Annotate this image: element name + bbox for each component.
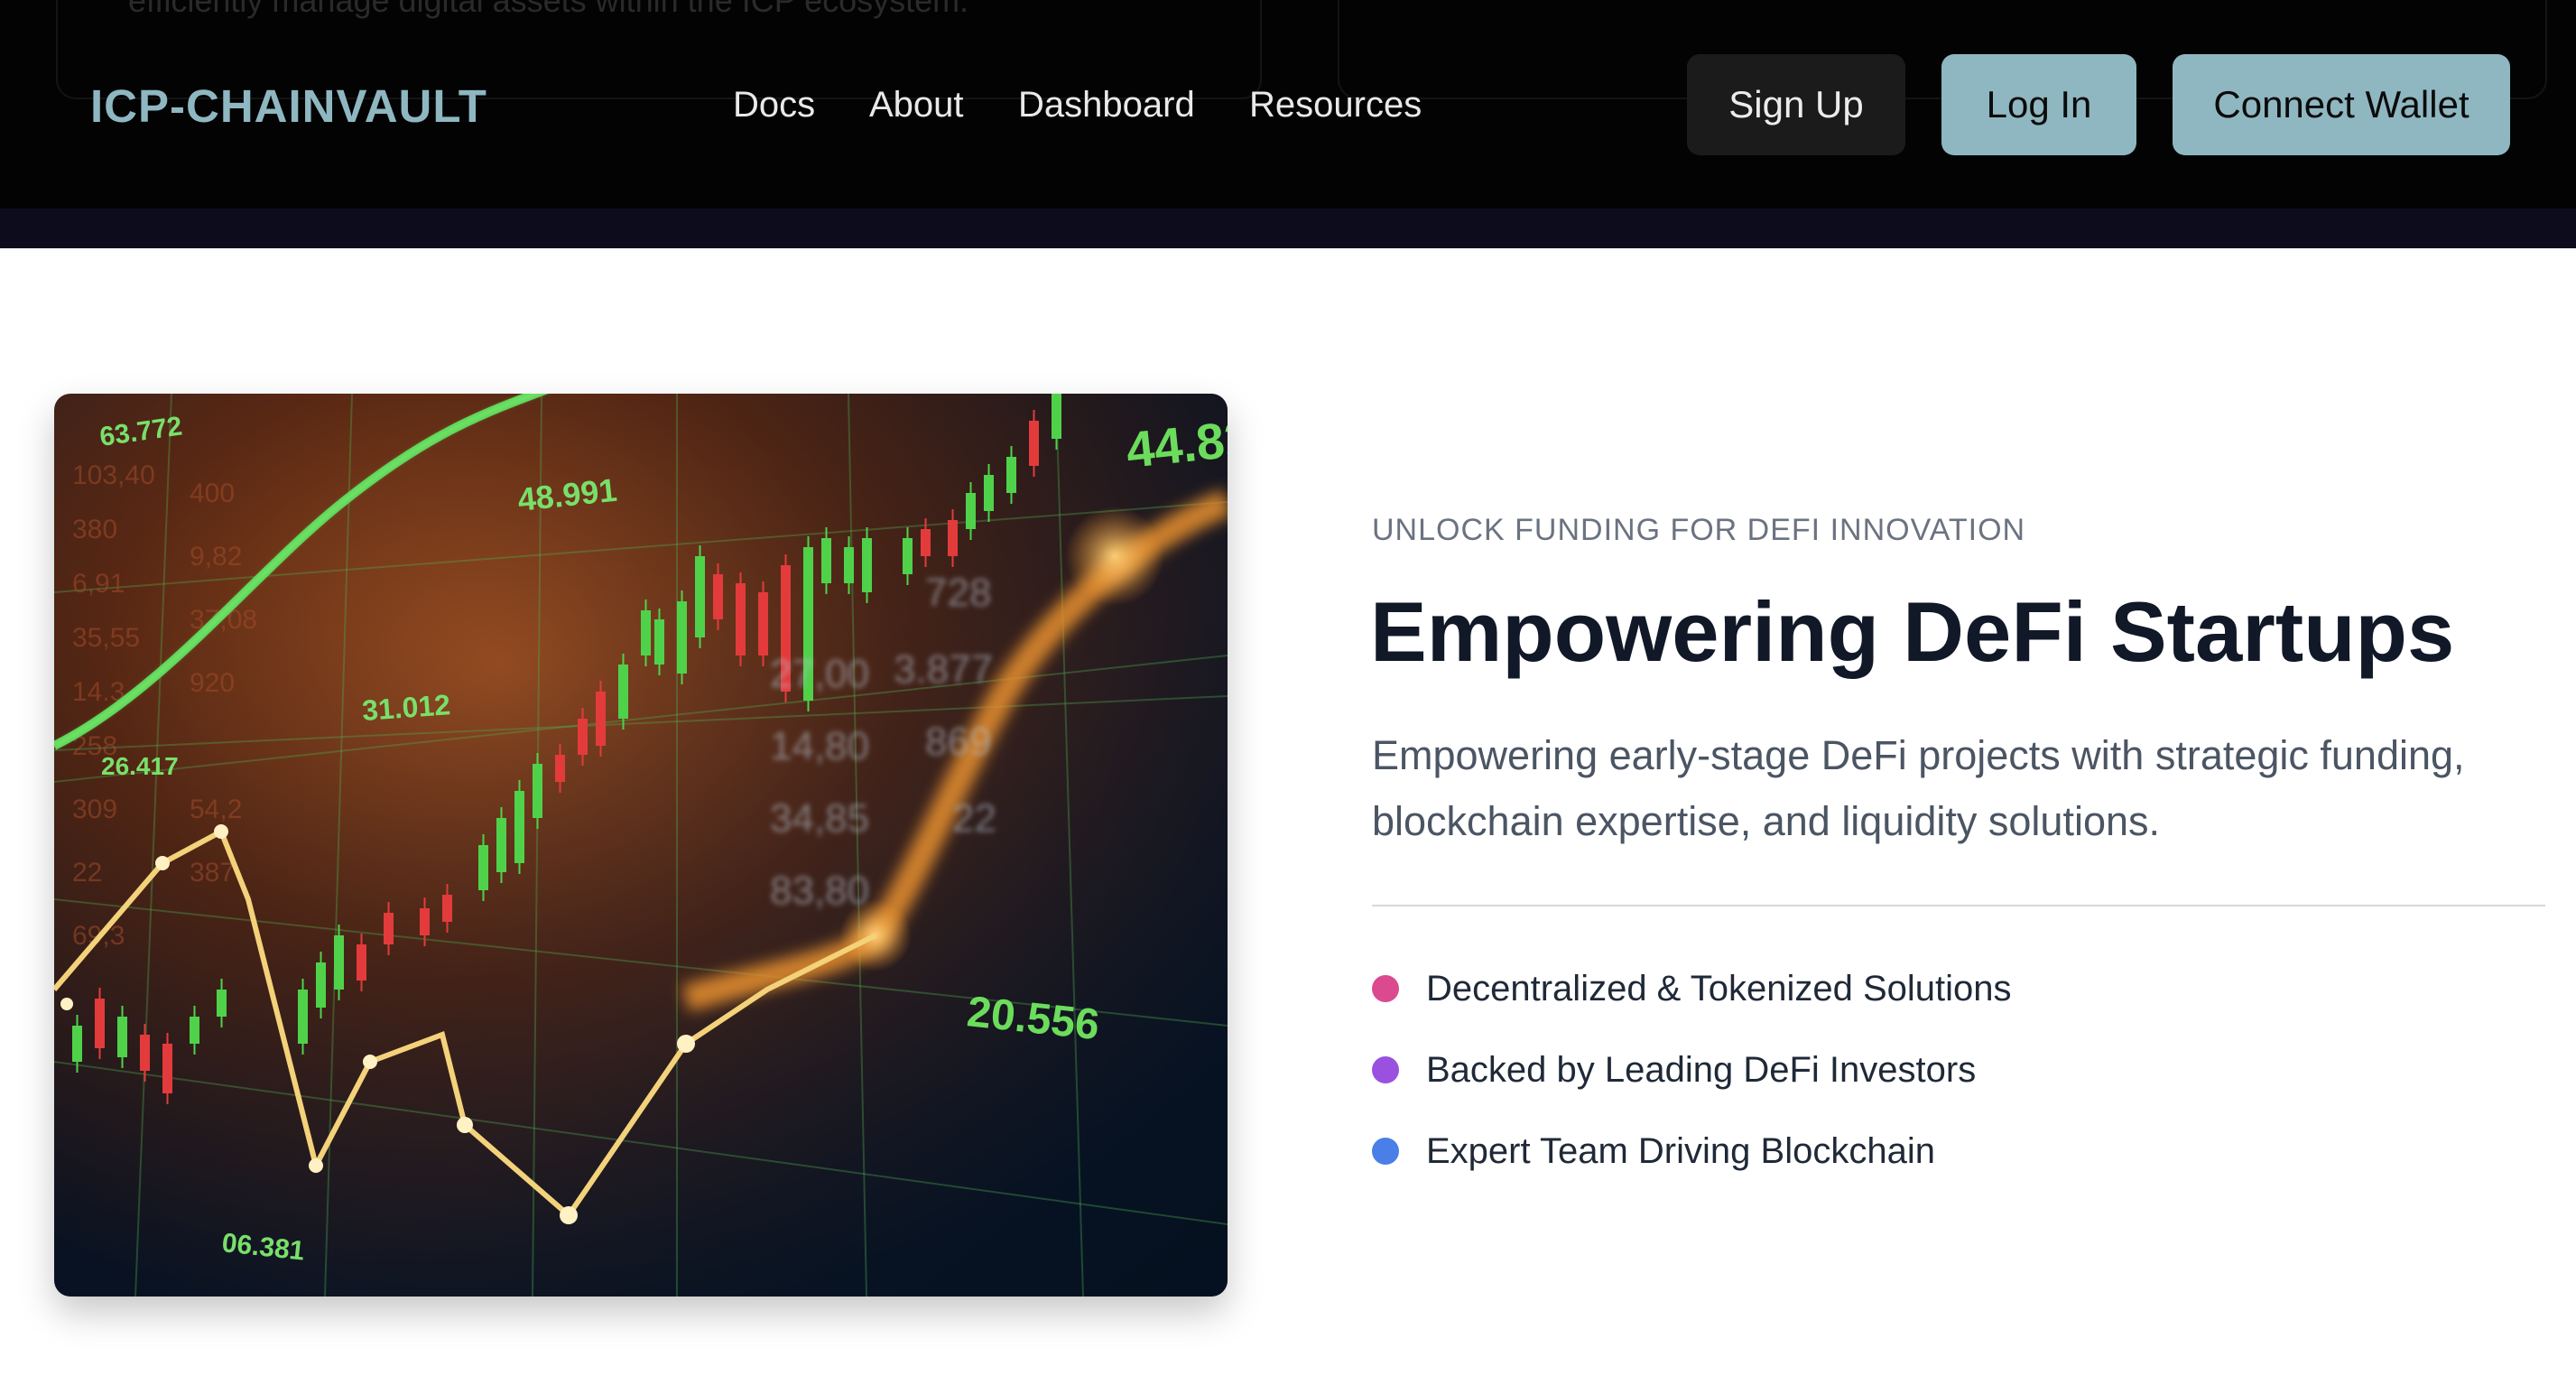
brand-logo[interactable]: ICP-CHAINVAULT [90,79,487,133]
svg-text:9,82: 9,82 [190,542,242,572]
svg-text:387: 387 [190,858,235,888]
svg-text:400: 400 [190,479,235,508]
nav-link-dashboard[interactable]: Dashboard [1018,85,1195,125]
hero-title: Empowering DeFi Startups [1370,584,2455,679]
svg-text:35,55: 35,55 [72,623,140,653]
feature-item: Backed by Leading DeFi Investors [1372,1043,1976,1097]
svg-text:920: 920 [190,668,235,698]
svg-text:380: 380 [72,515,117,544]
svg-text:54,2: 54,2 [190,795,242,824]
chart-label: 27,00 [770,652,869,696]
divider [1372,905,2545,906]
svg-text:103,40: 103,40 [72,460,155,490]
feature-item: Expert Team Driving Blockchain [1372,1124,1935,1178]
background-text: efficiently manage digital assets within… [128,0,969,19]
feature-label: Expert Team Driving Blockchain [1426,1130,1935,1171]
sign-up-button[interactable]: Sign Up [1687,54,1905,155]
chart-label: 31.012 [361,688,451,727]
chart-label: 869 [925,720,991,764]
chart-label: 34,85 [770,796,869,841]
chart-label: 3.877 [894,647,993,692]
svg-text:22: 22 [72,858,102,888]
feature-item: Decentralized & Tokenized Solutions [1372,962,2012,1016]
pink-dot-icon [1372,975,1399,1002]
chart-label: 83,80 [770,869,869,913]
chart-label: 22 [952,796,996,841]
nav-bottom-band [0,209,2576,248]
feature-label: Backed by Leading DeFi Investors [1426,1049,1977,1090]
nav-link-docs[interactable]: Docs [733,85,815,125]
trading-chart-graphic: 103,403806,91 35,5514.3258 3092269,3 400… [54,394,1228,1297]
chart-label: 26.417 [101,752,179,780]
top-navbar: efficiently manage digital assets within… [0,0,2576,209]
nav-link-resources[interactable]: Resources [1249,85,1422,125]
nav-link-about[interactable]: About [869,85,964,125]
hero-image: 103,40 380 6,91 35,55 14.3 258 309 22 69,3 400… [54,394,1228,1297]
chart-label: 14,80 [770,724,869,768]
hero-description: Empowering early-stage DeFi projects wit… [1372,732,2465,844]
svg-text:309: 309 [72,795,117,824]
purple-dot-icon [1372,1056,1399,1083]
chart-label: 728 [925,571,991,615]
hero-eyebrow: UNLOCK FUNDING FOR DEFI INNOVATION [1372,513,2026,547]
connect-wallet-button[interactable]: Connect Wallet [2173,54,2510,155]
log-in-button[interactable]: Log In [1941,54,2136,155]
blue-dot-icon [1372,1138,1399,1165]
feature-label: Decentralized & Tokenized Solutions [1426,968,2012,1009]
svg-text:6,91: 6,91 [72,569,125,599]
